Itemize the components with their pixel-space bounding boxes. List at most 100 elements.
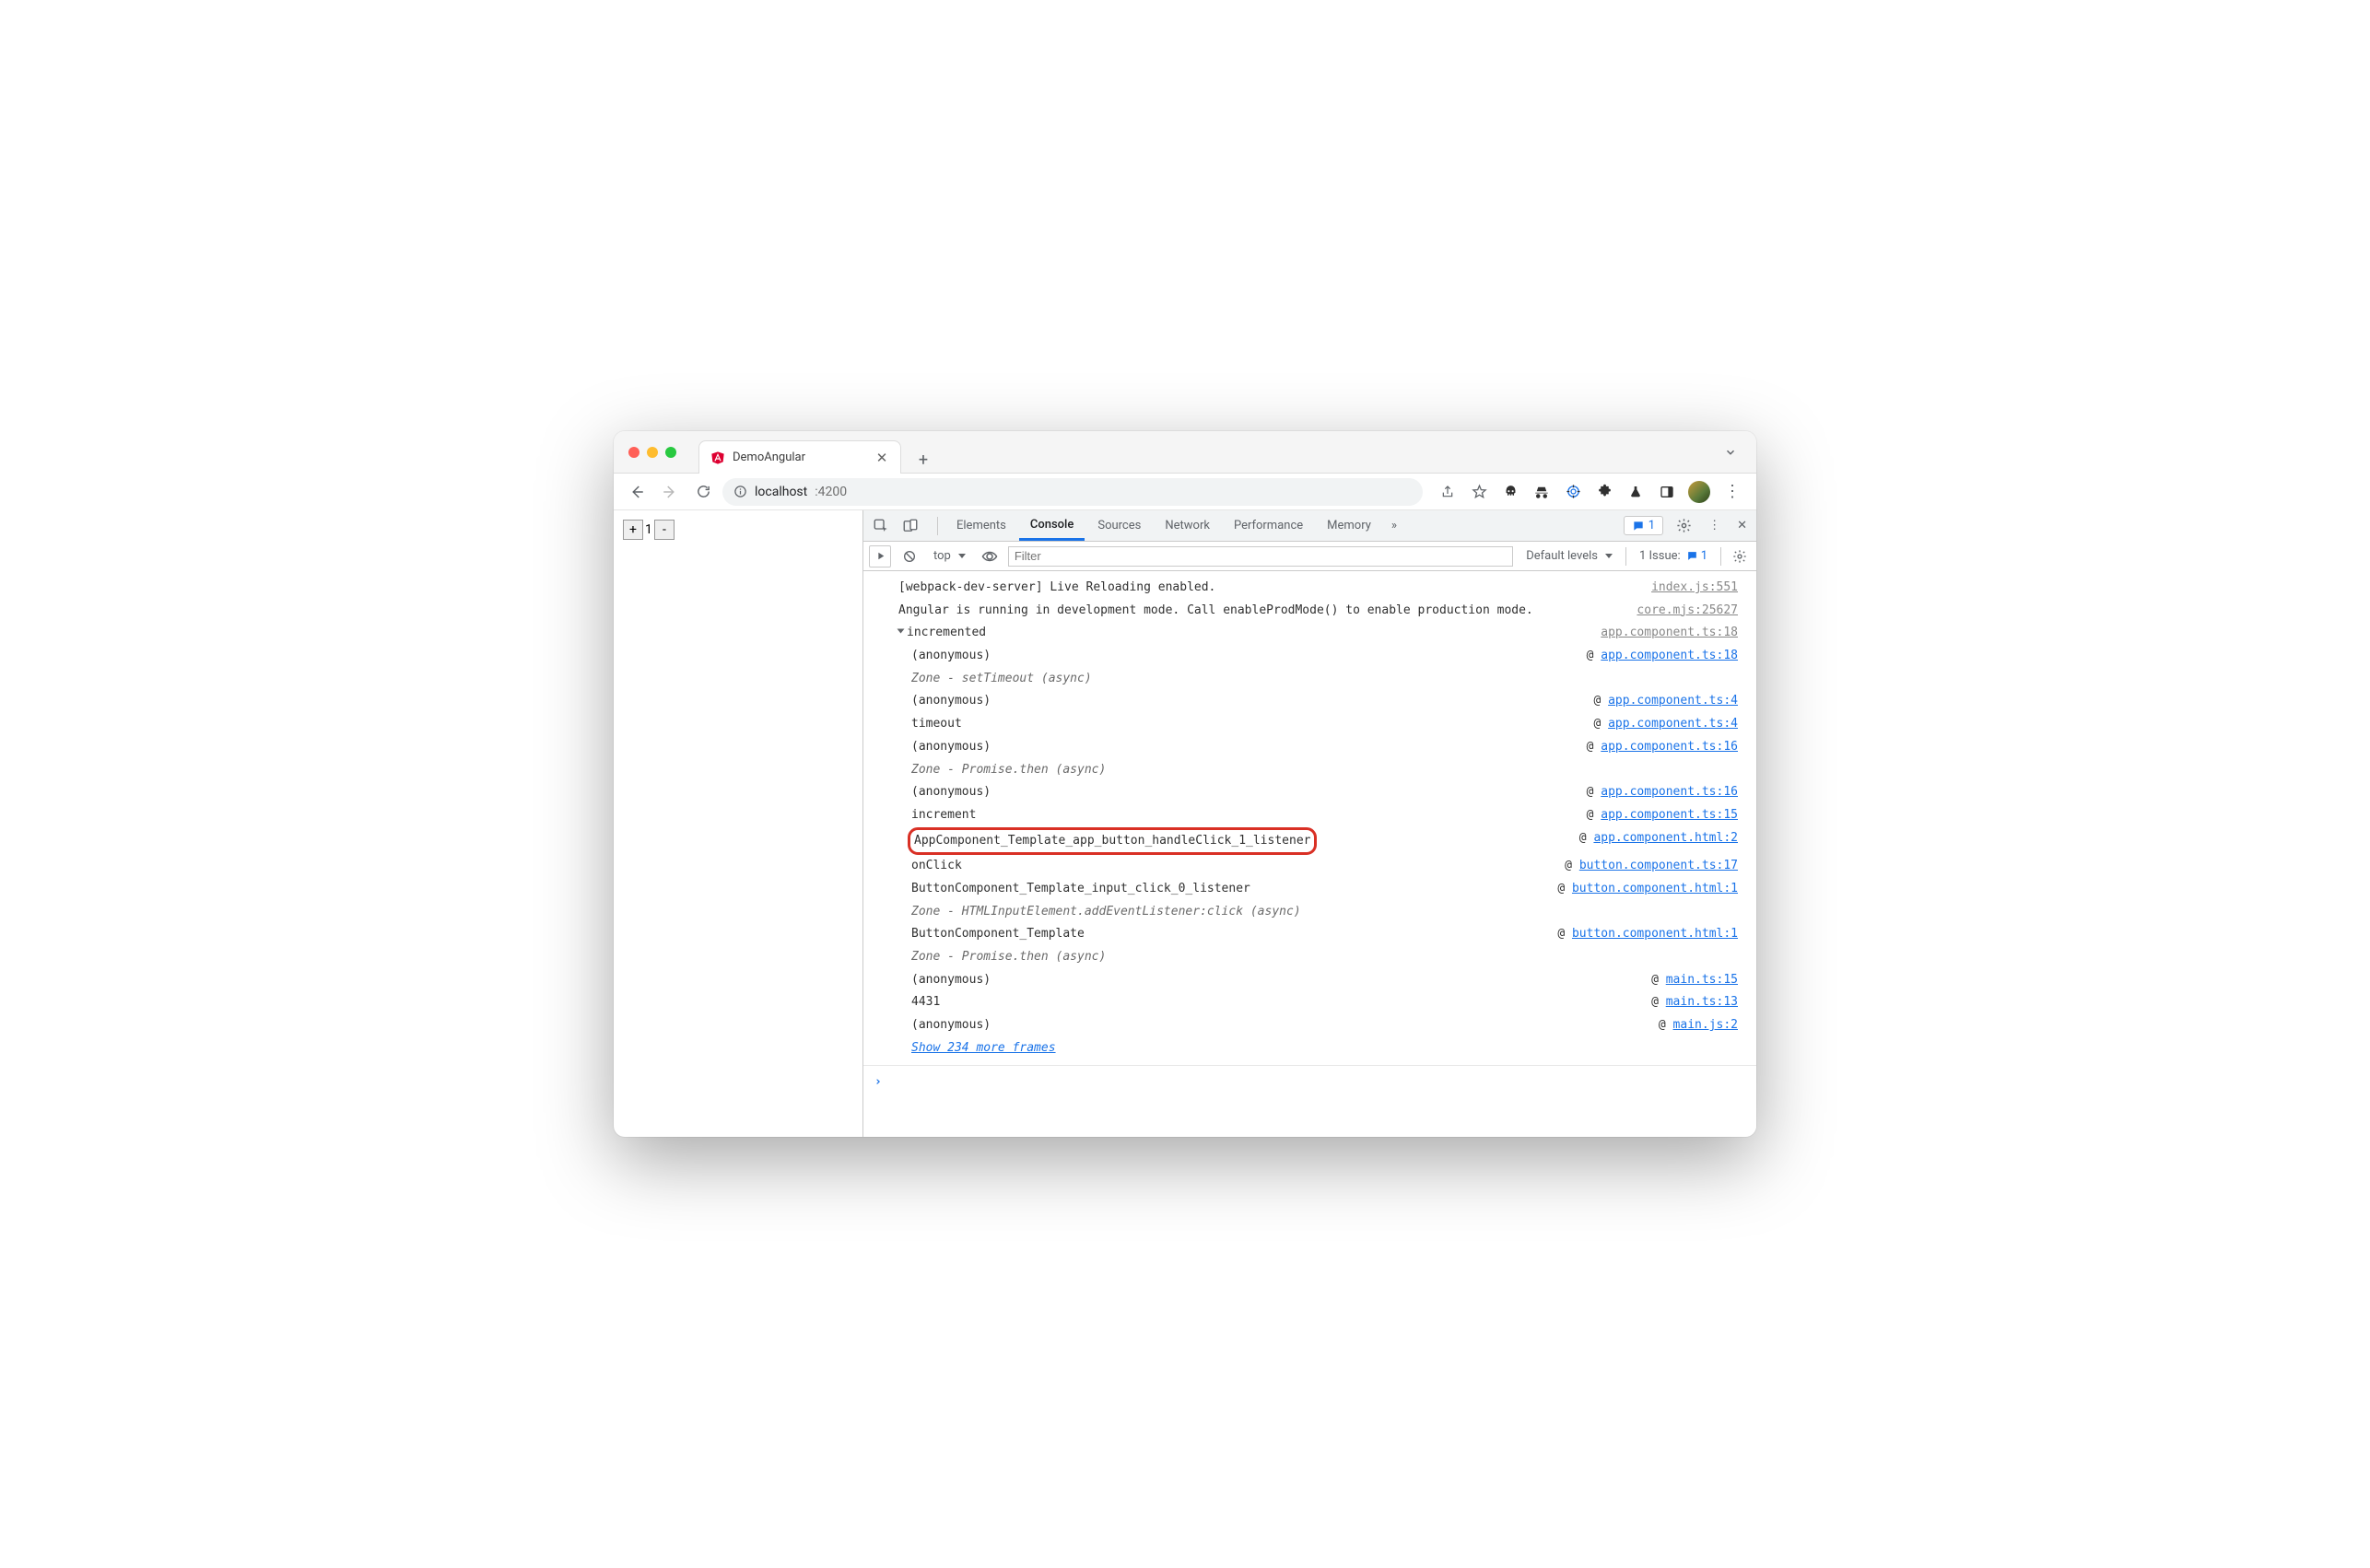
- stack-frame: Zone - setTimeout (async): [863, 668, 1756, 691]
- increment-button[interactable]: +: [623, 520, 643, 540]
- at-symbol: @: [1587, 740, 1602, 754]
- tab-performance[interactable]: Performance: [1223, 510, 1314, 541]
- source-link[interactable]: index.js:551: [1651, 577, 1738, 600]
- back-button[interactable]: [623, 478, 651, 506]
- frame-name: increment: [898, 804, 1587, 827]
- at-symbol: @: [1579, 831, 1594, 845]
- frame-source-link[interactable]: app.component.html:2: [1593, 831, 1738, 845]
- frame-source-link[interactable]: main.js:2: [1673, 1018, 1738, 1032]
- site-info-icon[interactable]: [733, 485, 747, 498]
- at-symbol: @: [1587, 808, 1602, 822]
- tab-elements[interactable]: Elements: [945, 510, 1017, 541]
- live-expression-button[interactable]: [979, 545, 1001, 568]
- stack-frame: ButtonComponent_Template_input_click_0_l…: [863, 878, 1756, 901]
- source-link[interactable]: app.component.ts:18: [1601, 622, 1738, 645]
- frame-source-link[interactable]: main.ts:15: [1666, 973, 1738, 987]
- frame-name: ButtonComponent_Template_input_click_0_l…: [898, 878, 1557, 901]
- chevron-right-icon: ›: [874, 1071, 882, 1094]
- source-link[interactable]: core.mjs:25627: [1637, 600, 1738, 623]
- target-extension-icon[interactable]: [1563, 482, 1583, 502]
- chevron-down-icon[interactable]: [1719, 441, 1742, 463]
- tab-memory[interactable]: Memory: [1316, 510, 1382, 541]
- close-tab-button[interactable]: ✕: [874, 451, 889, 465]
- tab-network[interactable]: Network: [1154, 510, 1221, 541]
- show-more-frames[interactable]: Show 234 more frames: [863, 1037, 1756, 1060]
- skull-extension-icon[interactable]: [1500, 482, 1520, 502]
- window-controls: [628, 447, 676, 458]
- url-path: :4200: [815, 485, 847, 499]
- forward-button[interactable]: [656, 478, 684, 506]
- frame-source-link[interactable]: app.component.ts:16: [1601, 785, 1738, 799]
- share-icon[interactable]: [1437, 482, 1458, 502]
- console-filter-input[interactable]: [1008, 546, 1513, 567]
- console-message: [webpack-dev-server] Live Reloading enab…: [863, 577, 1756, 600]
- show-more-link[interactable]: Show 234 more frames: [898, 1037, 1738, 1060]
- frame-name: onClick: [898, 855, 1565, 878]
- devtools-close-button[interactable]: ✕: [1733, 515, 1751, 536]
- tab-console[interactable]: Console: [1019, 510, 1085, 541]
- minimize-window-button[interactable]: [647, 447, 658, 458]
- frame-source-link[interactable]: main.ts:13: [1666, 995, 1738, 1009]
- browser-menu-button[interactable]: ⋮: [1721, 482, 1743, 501]
- at-symbol: @: [1651, 995, 1666, 1009]
- reload-button[interactable]: [689, 478, 717, 506]
- frame-source-link[interactable]: button.component.html:1: [1572, 882, 1738, 895]
- devtools-menu-button[interactable]: ⋮: [1705, 515, 1724, 536]
- log-levels-selector[interactable]: Default levels: [1520, 549, 1618, 563]
- frame-name: 4431: [898, 991, 1651, 1014]
- stack-frame: onClick@ button.component.ts:17: [863, 855, 1756, 878]
- at-symbol: @: [1587, 785, 1602, 799]
- device-toolbar-icon[interactable]: [898, 514, 922, 538]
- message-text: Angular is running in development mode. …: [898, 600, 1618, 623]
- frame-name: (anonymous): [898, 781, 1587, 804]
- stack-frame: (anonymous)@ app.component.ts:4: [863, 690, 1756, 713]
- zone-divider: Zone - setTimeout (async): [898, 668, 1738, 691]
- frame-source-link[interactable]: app.component.ts:18: [1601, 649, 1738, 662]
- stack-frame: Zone - HTMLInputElement.addEventListener…: [863, 901, 1756, 924]
- tab-sources[interactable]: Sources: [1086, 510, 1152, 541]
- browser-tab[interactable]: DemoAngular ✕: [698, 440, 901, 474]
- devtools-tabbar: Elements Console Sources Network Perform…: [863, 510, 1756, 542]
- clear-console-button[interactable]: [898, 545, 921, 568]
- toggle-sidebar-button[interactable]: [869, 545, 891, 568]
- disclosure-triangle-icon[interactable]: [898, 629, 905, 634]
- stack-frame: (anonymous)@ app.component.ts:16: [863, 736, 1756, 759]
- stack-frame: Zone - Promise.then (async): [863, 759, 1756, 782]
- frame-source-link[interactable]: button.component.html:1: [1572, 927, 1738, 941]
- inspect-element-icon[interactable]: [869, 514, 893, 538]
- stack-frame: 4431@ main.ts:13: [863, 991, 1756, 1014]
- stack-frame: (anonymous)@ app.component.ts:16: [863, 781, 1756, 804]
- frame-source-link[interactable]: button.component.ts:17: [1579, 859, 1738, 872]
- stack-frame: (anonymous)@ main.ts:15: [863, 969, 1756, 992]
- more-tabs-button[interactable]: »: [1384, 519, 1404, 532]
- levels-label: Default levels: [1526, 549, 1598, 563]
- new-tab-button[interactable]: +: [910, 447, 936, 473]
- messages-badge[interactable]: 1: [1624, 516, 1663, 535]
- frame-source-link[interactable]: app.component.ts:4: [1608, 694, 1738, 708]
- incognito-extension-icon[interactable]: [1531, 482, 1552, 502]
- flask-extension-icon[interactable]: [1625, 482, 1646, 502]
- frame-name: (anonymous): [898, 645, 1587, 668]
- stack-frame: AppComponent_Template_app_button_handleC…: [863, 827, 1756, 856]
- address-bar[interactable]: localhost:4200: [722, 478, 1423, 506]
- console-settings-icon[interactable]: [1729, 545, 1751, 568]
- context-selector[interactable]: top: [928, 547, 971, 565]
- frame-source-link[interactable]: app.component.ts:4: [1608, 717, 1738, 731]
- issues-indicator[interactable]: 1 Issue: 1: [1634, 549, 1713, 563]
- close-window-button[interactable]: [628, 447, 639, 458]
- frame-name: (anonymous): [898, 969, 1651, 992]
- profile-avatar[interactable]: [1688, 481, 1710, 503]
- console-prompt[interactable]: ›: [863, 1065, 1756, 1100]
- frame-source-link[interactable]: app.component.ts:15: [1601, 808, 1738, 822]
- frame-source-link[interactable]: app.component.ts:16: [1601, 740, 1738, 754]
- devtools-settings-icon[interactable]: [1672, 514, 1695, 537]
- decrement-button[interactable]: -: [654, 520, 675, 540]
- maximize-window-button[interactable]: [665, 447, 676, 458]
- star-icon[interactable]: [1469, 482, 1489, 502]
- panel-extension-icon[interactable]: [1657, 482, 1677, 502]
- stack-frame: ButtonComponent_Template@ button.compone…: [863, 923, 1756, 946]
- tab-strip: DemoAngular ✕ +: [698, 431, 1719, 473]
- puzzle-extension-icon[interactable]: [1594, 482, 1614, 502]
- console-trace-header[interactable]: incremented app.component.ts:18: [863, 622, 1756, 645]
- frame-name: ButtonComponent_Template: [898, 923, 1557, 946]
